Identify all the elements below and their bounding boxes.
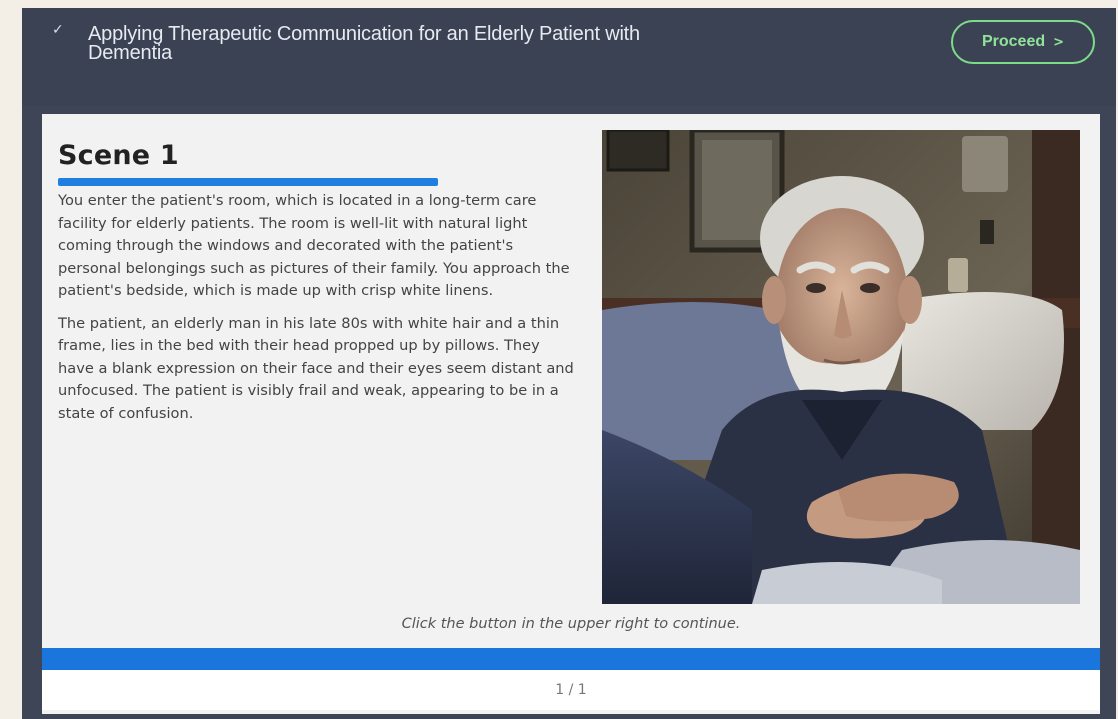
page-indicator: 1 / 1 — [555, 682, 587, 698]
scene-paragraph: The patient, an elderly man in his late … — [58, 314, 574, 422]
proceed-button[interactable]: Proceed > — [951, 20, 1095, 64]
progress-bar — [42, 648, 1100, 670]
scene-title: Scene 1 — [58, 140, 179, 171]
progress-fill — [42, 648, 1100, 670]
scene-panel: Scene 1 You enter the patient's room, wh… — [42, 114, 1100, 714]
proceed-label: Proceed — [981, 33, 1046, 50]
title-underline — [58, 178, 438, 186]
course-player: ✓ Applying Therapeutic Communication for… — [22, 8, 1116, 719]
elderly-patient-in-bed-photo — [602, 130, 1080, 604]
course-title: Applying Therapeutic Communication for a… — [88, 23, 640, 64]
scene-paragraph: You enter the patient's room, which is l… — [58, 192, 570, 299]
patient-illustration — [602, 130, 1080, 604]
chevron-right-icon: > — [1053, 34, 1065, 50]
continue-instruction: Click the button in the upper right to c… — [401, 616, 741, 632]
check-icon: ✓ — [52, 22, 64, 38]
scene-description: You enter the patient's room, which is l… — [58, 190, 578, 435]
top-bar: ✓ Applying Therapeutic Communication for… — [22, 8, 1116, 106]
page-indicator-row: 1 / 1 — [42, 670, 1100, 710]
